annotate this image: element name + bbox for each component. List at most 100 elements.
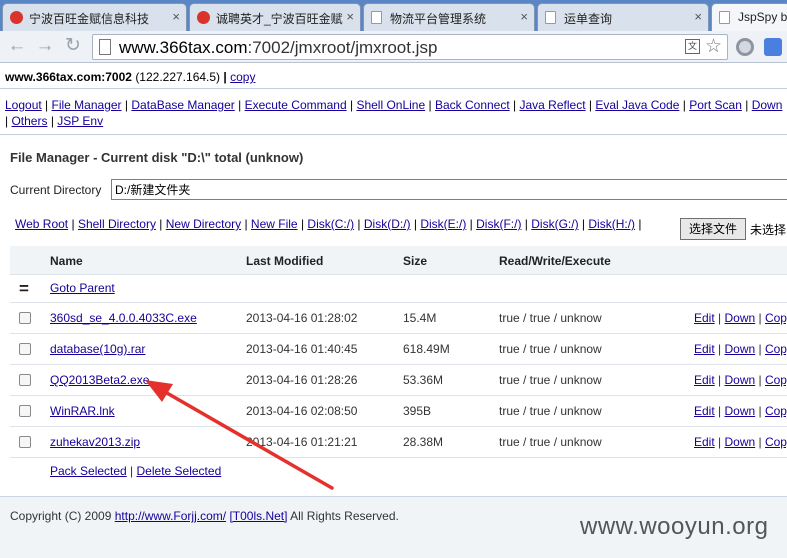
copy-link[interactable]: Copy <box>765 404 787 418</box>
menu-port-scan[interactable]: Port Scan <box>689 98 742 112</box>
edit-link[interactable]: Edit <box>694 342 715 356</box>
file-permissions: true / true / unknow <box>499 435 602 449</box>
row-checkbox[interactable] <box>19 405 31 417</box>
row-checkbox[interactable] <box>19 374 31 386</box>
row-checkbox[interactable] <box>19 343 31 355</box>
reload-icon[interactable]: ↻ <box>62 36 84 58</box>
table-row: 360sd_se_4.0.0.4033C.exe 2013-04-16 01:2… <box>10 303 787 334</box>
parent-symbol: = <box>19 279 29 298</box>
down-link[interactable]: Down <box>724 404 755 418</box>
edit-link[interactable]: Edit <box>694 373 715 387</box>
current-directory-input[interactable] <box>111 179 787 200</box>
page-title: File Manager - Current disk "D:\" total … <box>10 150 304 165</box>
site-favicon-icon <box>197 11 210 24</box>
file-size: 618.49M <box>403 342 450 356</box>
down-link[interactable]: Down <box>724 435 755 449</box>
down-link[interactable]: Down <box>724 311 755 325</box>
file-size: 15.4M <box>403 311 437 325</box>
browser-tab[interactable]: 宁波百旺金赋信息科技 × <box>2 3 187 31</box>
menu-shell-online[interactable]: Shell OnLine <box>356 98 425 112</box>
edit-link[interactable]: Edit <box>694 311 715 325</box>
tab-title: 物流平台管理系统 <box>390 12 487 26</box>
pack-selected-link[interactable]: Pack Selected <box>50 464 127 478</box>
close-tab-icon[interactable]: × <box>172 9 180 24</box>
menu-jsp-env[interactable]: JSP Env <box>57 114 103 128</box>
browser-tab[interactable]: 物流平台管理系统 × <box>363 3 535 31</box>
file-name-link[interactable]: WinRAR.lnk <box>50 404 115 418</box>
file-permissions: true / true / unknow <box>499 342 602 356</box>
browser-toolbar: ← → ↻ www.366tax.com:7002/jmxroot/jmxroo… <box>0 31 787 63</box>
link-disk-d[interactable]: Disk(D:/) <box>364 217 411 231</box>
menu-eval-java-code[interactable]: Eval Java Code <box>595 98 679 112</box>
t00ls-link[interactable]: [T00ls.Net] <box>229 509 287 523</box>
menu-execute-command[interactable]: Execute Command <box>245 98 347 112</box>
edit-link[interactable]: Edit <box>694 435 715 449</box>
link-new-directory[interactable]: New Directory <box>166 217 241 231</box>
link-disk-f[interactable]: Disk(F:/) <box>476 217 521 231</box>
file-permissions: true / true / unknow <box>499 311 602 325</box>
down-link[interactable]: Down <box>724 342 755 356</box>
copy-link[interactable]: Copy <box>765 311 787 325</box>
close-tab-icon[interactable]: × <box>694 9 702 24</box>
file-modified: 2013-04-16 01:28:02 <box>246 311 358 325</box>
goto-parent-link[interactable]: Goto Parent <box>50 281 115 295</box>
forjj-link[interactable]: http://www.Forjj.com/ <box>115 509 226 523</box>
page-icon <box>371 11 382 24</box>
row-checkbox[interactable] <box>19 436 31 448</box>
url-text[interactable]: www.366tax.com:7002/jmxroot/jmxroot.jsp <box>119 38 437 58</box>
copy-link[interactable]: copy <box>230 70 255 84</box>
link-disk-h[interactable]: Disk(H:/) <box>588 217 635 231</box>
down-link[interactable]: Down <box>724 373 755 387</box>
file-upload: 选择文件 未选择 <box>680 218 787 240</box>
copy-link[interactable]: Copy <box>765 435 787 449</box>
link-disk-e[interactable]: Disk(E:/) <box>420 217 466 231</box>
tab-title: 宁波百旺金赋信息科技 <box>29 12 150 26</box>
link-disk-c[interactable]: Disk(C:/) <box>307 217 354 231</box>
parent-row: = Goto Parent <box>10 275 787 303</box>
separator: | <box>223 70 227 84</box>
browser-tab-bar: 宁波百旺金赋信息科技 × 诚聘英才_宁波百旺金赋 × 物流平台管理系统 × 运单… <box>0 0 787 31</box>
browser-tab-active[interactable]: JspSpy b <box>711 3 787 31</box>
menu-down[interactable]: Down <box>752 98 783 112</box>
delete-selected-link[interactable]: Delete Selected <box>137 464 222 478</box>
translate-icon[interactable]: 文 <box>685 39 700 54</box>
copy-link[interactable]: Copy <box>765 373 787 387</box>
menu-others[interactable]: Others <box>11 114 47 128</box>
rights-text: All Rights Reserved. <box>290 509 399 523</box>
forward-arrow-icon[interactable]: → <box>34 36 56 58</box>
edit-link[interactable]: Edit <box>694 404 715 418</box>
file-name-link[interactable]: zuhekav2013.zip <box>50 435 140 449</box>
link-disk-g[interactable]: Disk(G:/) <box>531 217 578 231</box>
main-menu: Logout | File Manager | DataBase Manager… <box>5 98 783 128</box>
close-tab-icon[interactable]: × <box>346 9 354 24</box>
google-extension-icon[interactable] <box>764 38 782 56</box>
file-modified: 2013-04-16 01:21:21 <box>246 435 358 449</box>
file-size: 53.36M <box>403 373 444 387</box>
link-new-file[interactable]: New File <box>251 217 298 231</box>
browser-tab[interactable]: 运单查询 × <box>537 3 709 31</box>
url-path: :7002/jmxroot/jmxroot.jsp <box>247 38 438 57</box>
page-icon <box>545 11 556 24</box>
menu-file-manager[interactable]: File Manager <box>52 98 122 112</box>
back-arrow-icon[interactable]: ← <box>6 36 28 58</box>
link-web-root[interactable]: Web Root <box>15 217 68 231</box>
choose-file-button[interactable]: 选择文件 <box>680 218 746 240</box>
menu-java-reflect[interactable]: Java Reflect <box>520 98 586 112</box>
menu-database-manager[interactable]: DataBase Manager <box>131 98 234 112</box>
file-name-link[interactable]: QQ2013Beta2.exe <box>50 373 149 387</box>
file-name-link[interactable]: 360sd_se_4.0.0.4033C.exe <box>50 311 197 325</box>
bookmark-star-icon[interactable]: ☆ <box>705 35 722 58</box>
divider <box>0 88 787 89</box>
tab-title: JspSpy b <box>738 10 787 24</box>
browser-tab[interactable]: 诚聘英才_宁波百旺金赋 × <box>189 3 361 31</box>
extension-globe-icon[interactable] <box>736 38 754 56</box>
address-bar[interactable]: www.366tax.com:7002/jmxroot/jmxroot.jsp … <box>92 34 728 60</box>
link-shell-directory[interactable]: Shell Directory <box>78 217 156 231</box>
close-tab-icon[interactable]: × <box>520 9 528 24</box>
tab-title: 诚聘英才_宁波百旺金赋 <box>216 12 343 26</box>
menu-back-connect[interactable]: Back Connect <box>435 98 510 112</box>
file-name-link[interactable]: database(10g).rar <box>50 342 145 356</box>
menu-logout[interactable]: Logout <box>5 98 42 112</box>
row-checkbox[interactable] <box>19 312 31 324</box>
copy-link[interactable]: Copy <box>765 342 787 356</box>
